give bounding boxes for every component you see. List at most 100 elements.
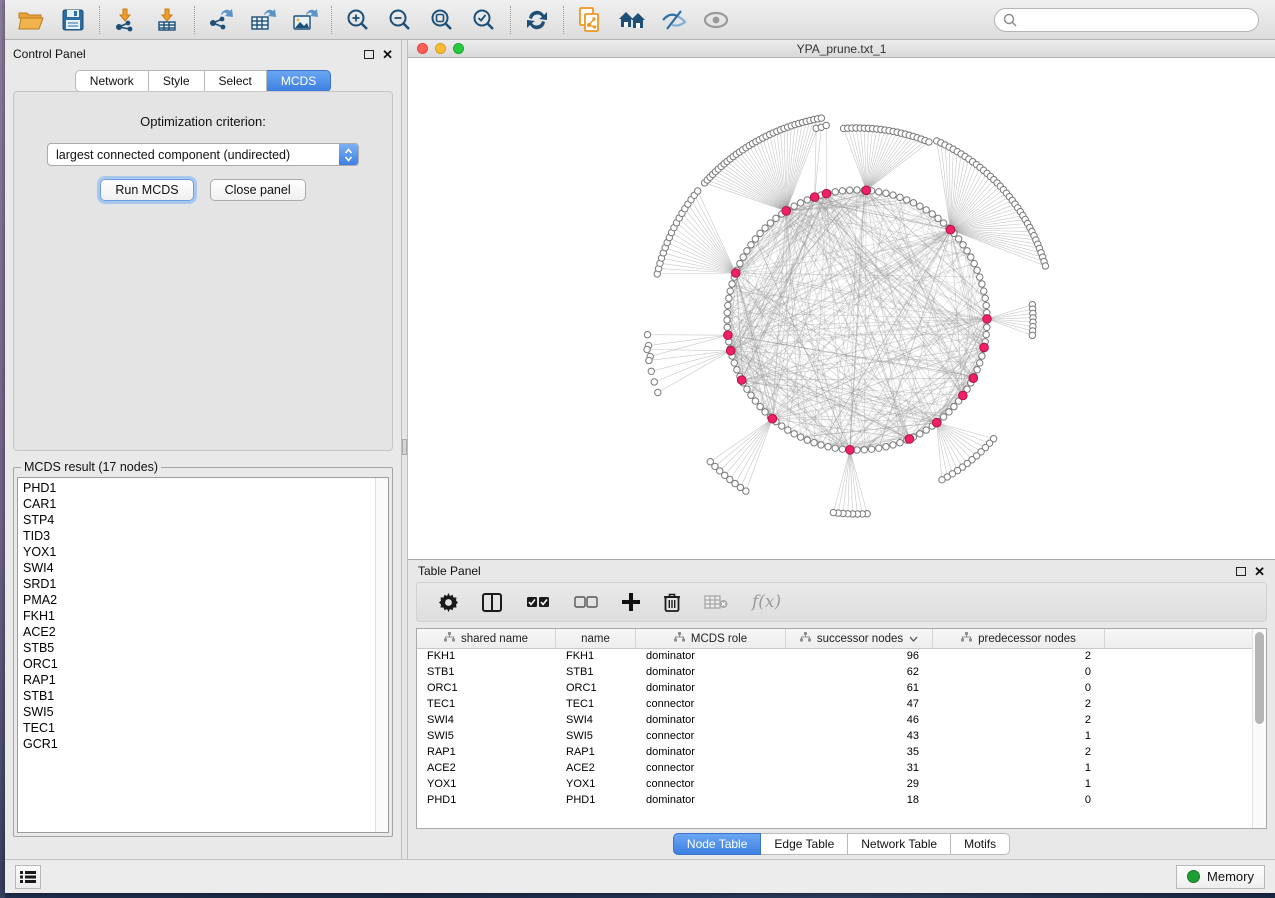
mcds-hub-node[interactable] <box>731 269 740 278</box>
network-node[interactable] <box>979 353 985 359</box>
mcds-hub-node[interactable] <box>846 446 855 455</box>
import-table-icon[interactable] <box>154 6 182 34</box>
network-node[interactable] <box>804 197 810 203</box>
network-node[interactable] <box>982 295 988 301</box>
deselect-all-icon[interactable] <box>574 596 598 608</box>
network-node[interactable] <box>804 437 810 443</box>
network-node[interactable] <box>883 190 889 196</box>
mcds-result-item[interactable]: TID3 <box>23 528 375 544</box>
network-node[interactable] <box>923 427 929 433</box>
zoom-selected-icon[interactable] <box>470 6 498 34</box>
network-node[interactable] <box>910 200 916 206</box>
network-node[interactable] <box>951 403 957 409</box>
network-node[interactable] <box>974 267 980 273</box>
network-node[interactable] <box>762 225 768 231</box>
hide-selected-icon[interactable] <box>660 6 688 34</box>
close-panel-icon[interactable]: ✕ <box>382 48 393 61</box>
leaf-node[interactable] <box>651 379 657 385</box>
tab-select[interactable]: Select <box>205 70 267 92</box>
network-node[interactable] <box>897 440 903 446</box>
network-node[interactable] <box>744 248 750 254</box>
network-node[interactable] <box>744 386 750 392</box>
close-table-panel-icon[interactable]: ✕ <box>1254 565 1265 578</box>
network-node[interactable] <box>752 236 758 242</box>
network-node[interactable] <box>729 281 735 287</box>
leaf-node[interactable] <box>818 115 824 121</box>
network-node[interactable] <box>979 281 985 287</box>
network-node[interactable] <box>797 200 803 206</box>
select-all-icon[interactable] <box>526 596 550 608</box>
column-header-successor-nodes[interactable]: successor nodes <box>786 629 933 648</box>
network-node[interactable] <box>847 187 853 193</box>
mcds-result-item[interactable]: SWI4 <box>23 560 375 576</box>
network-node[interactable] <box>876 189 882 195</box>
network-node[interactable] <box>971 260 977 266</box>
network-node[interactable] <box>757 403 763 409</box>
memory-button[interactable]: Memory <box>1176 865 1265 889</box>
float-table-panel-icon[interactable] <box>1236 567 1246 576</box>
table-scrollbar-thumb[interactable] <box>1255 632 1264 724</box>
network-node[interactable] <box>724 317 730 323</box>
network-node[interactable] <box>876 445 882 451</box>
network-node[interactable] <box>983 302 989 308</box>
task-history-button[interactable] <box>15 865 41 889</box>
leaf-node[interactable] <box>707 459 713 465</box>
tab-network-table[interactable]: Network Table <box>848 833 951 855</box>
zoom-in-icon[interactable] <box>344 6 372 34</box>
mcds-result-item[interactable]: FKH1 <box>23 608 375 624</box>
mcds-hub-node[interactable] <box>946 225 955 234</box>
table-row[interactable]: PHD1PHD1dominator180 <box>417 793 1252 809</box>
mcds-hub-node[interactable] <box>862 186 871 195</box>
mcds-hub-node[interactable] <box>822 189 831 198</box>
network-node[interactable] <box>839 188 845 194</box>
network-node[interactable] <box>984 324 990 330</box>
network-node[interactable] <box>861 447 867 453</box>
network-node[interactable] <box>935 215 941 221</box>
mcds-result-item[interactable]: CAR1 <box>23 496 375 512</box>
table-row[interactable]: FKH1FKH1dominator962 <box>417 649 1252 665</box>
network-node[interactable] <box>734 367 740 373</box>
mcds-hub-node[interactable] <box>932 418 941 427</box>
table-row[interactable]: RAP1RAP1dominator352 <box>417 745 1252 761</box>
import-network-icon[interactable] <box>112 6 140 34</box>
apply-layout-icon[interactable] <box>523 6 551 34</box>
leaf-node[interactable] <box>644 331 650 337</box>
mcds-hub-node[interactable] <box>724 331 733 340</box>
mcds-result-item[interactable]: PMA2 <box>23 592 375 608</box>
network-node[interactable] <box>832 445 838 451</box>
network-node[interactable] <box>974 367 980 373</box>
tab-mcds[interactable]: MCDS <box>267 70 331 92</box>
mcds-result-item[interactable]: ORC1 <box>23 656 375 672</box>
mcds-result-item[interactable]: SWI5 <box>23 704 375 720</box>
leaf-node[interactable] <box>1029 332 1035 338</box>
network-node[interactable] <box>818 442 824 448</box>
network-node[interactable] <box>737 260 743 266</box>
mcds-hub-node[interactable] <box>969 374 978 383</box>
network-node[interactable] <box>724 324 730 330</box>
network-node[interactable] <box>890 192 896 198</box>
delete-column-trash-icon[interactable] <box>664 593 680 612</box>
open-session-icon[interactable] <box>17 6 45 34</box>
close-panel-button[interactable]: Close panel <box>210 179 306 201</box>
table-row[interactable]: TEC1TEC1connector472 <box>417 697 1252 713</box>
search-box[interactable] <box>994 8 1259 32</box>
panel-splitter[interactable] <box>401 40 408 859</box>
network-node[interactable] <box>767 220 773 226</box>
network-node[interactable] <box>968 254 974 260</box>
network-node[interactable] <box>757 230 763 236</box>
network-node[interactable] <box>726 295 732 301</box>
column-header-predecessor-nodes[interactable]: predecessor nodes <box>933 629 1105 648</box>
houses-icon[interactable] <box>618 6 646 34</box>
network-node[interactable] <box>731 360 737 366</box>
table-row[interactable]: YOX1YOX1connector291 <box>417 777 1252 793</box>
column-header-shared-name[interactable]: shared name <box>417 629 556 648</box>
network-node[interactable] <box>917 431 923 437</box>
leaf-node[interactable] <box>644 346 650 352</box>
zoom-out-icon[interactable] <box>386 6 414 34</box>
save-session-icon[interactable] <box>59 6 87 34</box>
table-row[interactable]: SWI4SWI4dominator462 <box>417 713 1252 729</box>
mcds-hub-node[interactable] <box>983 315 992 324</box>
export-network-icon[interactable] <box>207 6 235 34</box>
network-node[interactable] <box>981 288 987 294</box>
column-visibility-icon[interactable] <box>482 593 502 612</box>
